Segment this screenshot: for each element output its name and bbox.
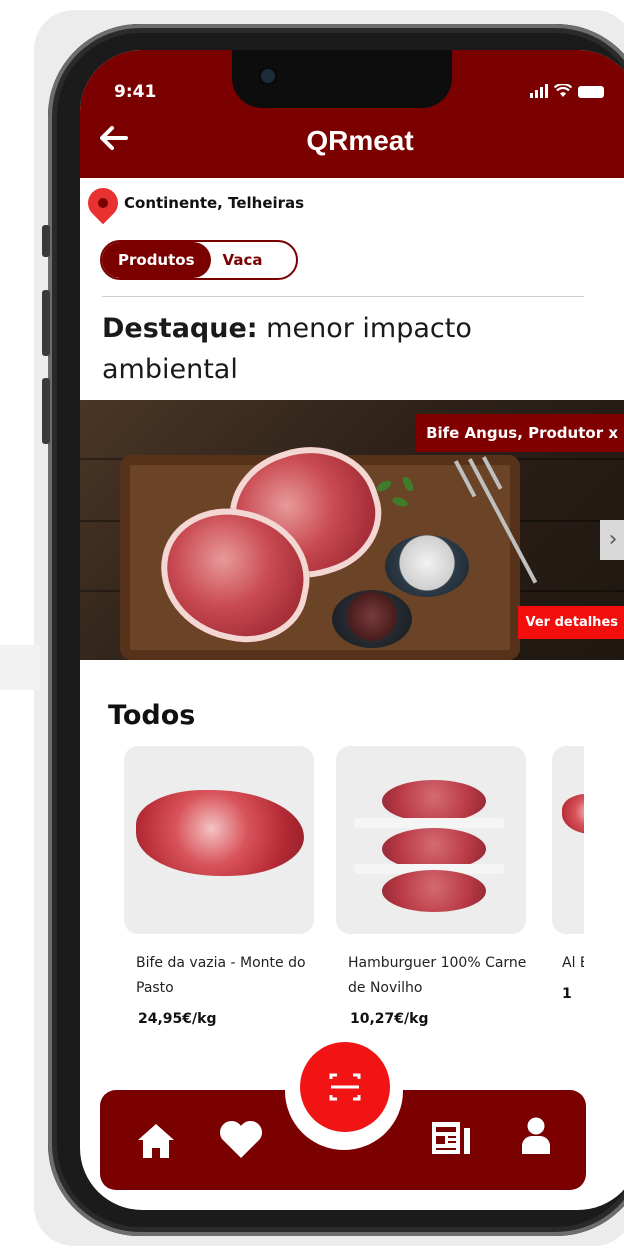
heart-icon[interactable] [218,1120,264,1167]
featured-tag[interactable]: Bife Angus, Produtor x [416,414,624,452]
salt-bowl [385,535,469,597]
chevron-right-icon[interactable]: › [600,520,624,560]
phone-button [42,225,50,257]
notch [232,50,452,108]
details-button[interactable]: Ver detalhes [517,606,624,639]
steak-image [136,790,304,876]
app-screen: 9:41 QRmeat Continente, Telheiras Produt… [80,50,624,1210]
product-name: Al Bo [562,955,584,971]
top-bar: 9:41 QRmeat [80,50,624,178]
pepper-bowl [332,590,412,648]
product-price: 24,95€/kg [138,1011,217,1027]
wifi-icon [554,84,572,97]
camera-icon [258,66,278,86]
burger-patty [382,780,486,822]
product-card[interactable]: Bife da vazia - Monte do Pasto 24,95€/kg [124,746,316,1027]
user-icon[interactable] [520,1116,552,1163]
product-image [552,746,584,934]
home-icon[interactable] [136,1122,176,1160]
app-title: QRmeat [306,125,414,156]
status-icons [530,84,604,98]
signal-icon [530,84,548,98]
paper-sheet [354,818,504,828]
status-time: 9:41 [114,82,157,102]
breadcrumb: Produtos Vaca [100,240,298,280]
product-name: Bife da vazia - Monte do Pasto [136,955,306,996]
breadcrumb-products[interactable]: Produtos [102,242,211,278]
section-title: Todos [108,700,196,731]
product-name: Hamburguer 100% Carne de Novilho [348,955,527,996]
product-image [336,746,526,934]
burger-patty [382,870,486,912]
location-row[interactable]: Continente, Telheiras [81,181,305,225]
scan-icon [329,1073,361,1101]
product-card[interactable]: Hamburguer 100% Carne de Novilho 10,27€/… [336,746,528,1027]
featured-title-bold: Destaque: [102,313,258,344]
divider [102,296,584,297]
featured-title: Destaque: menor impacto ambiental [102,308,592,390]
phone-button [42,378,50,444]
breadcrumb-current[interactable]: Vaca [211,242,275,278]
scan-button[interactable] [300,1042,390,1132]
steak-image [562,794,584,834]
product-image [124,746,314,934]
battery-icon [578,86,604,98]
news-icon[interactable] [430,1120,474,1163]
product-price: 1 [562,986,572,1002]
featured-banner[interactable]: Bife Angus, Produtor x › Ver detalhes [80,400,624,660]
background-band [0,645,40,690]
phone-button [42,290,50,356]
map-pin-icon [81,181,125,225]
location-text: Continente, Telheiras [124,194,305,212]
product-card[interactable]: Al Bo 1 [552,746,584,1002]
product-price: 10,27€/kg [350,1011,429,1027]
